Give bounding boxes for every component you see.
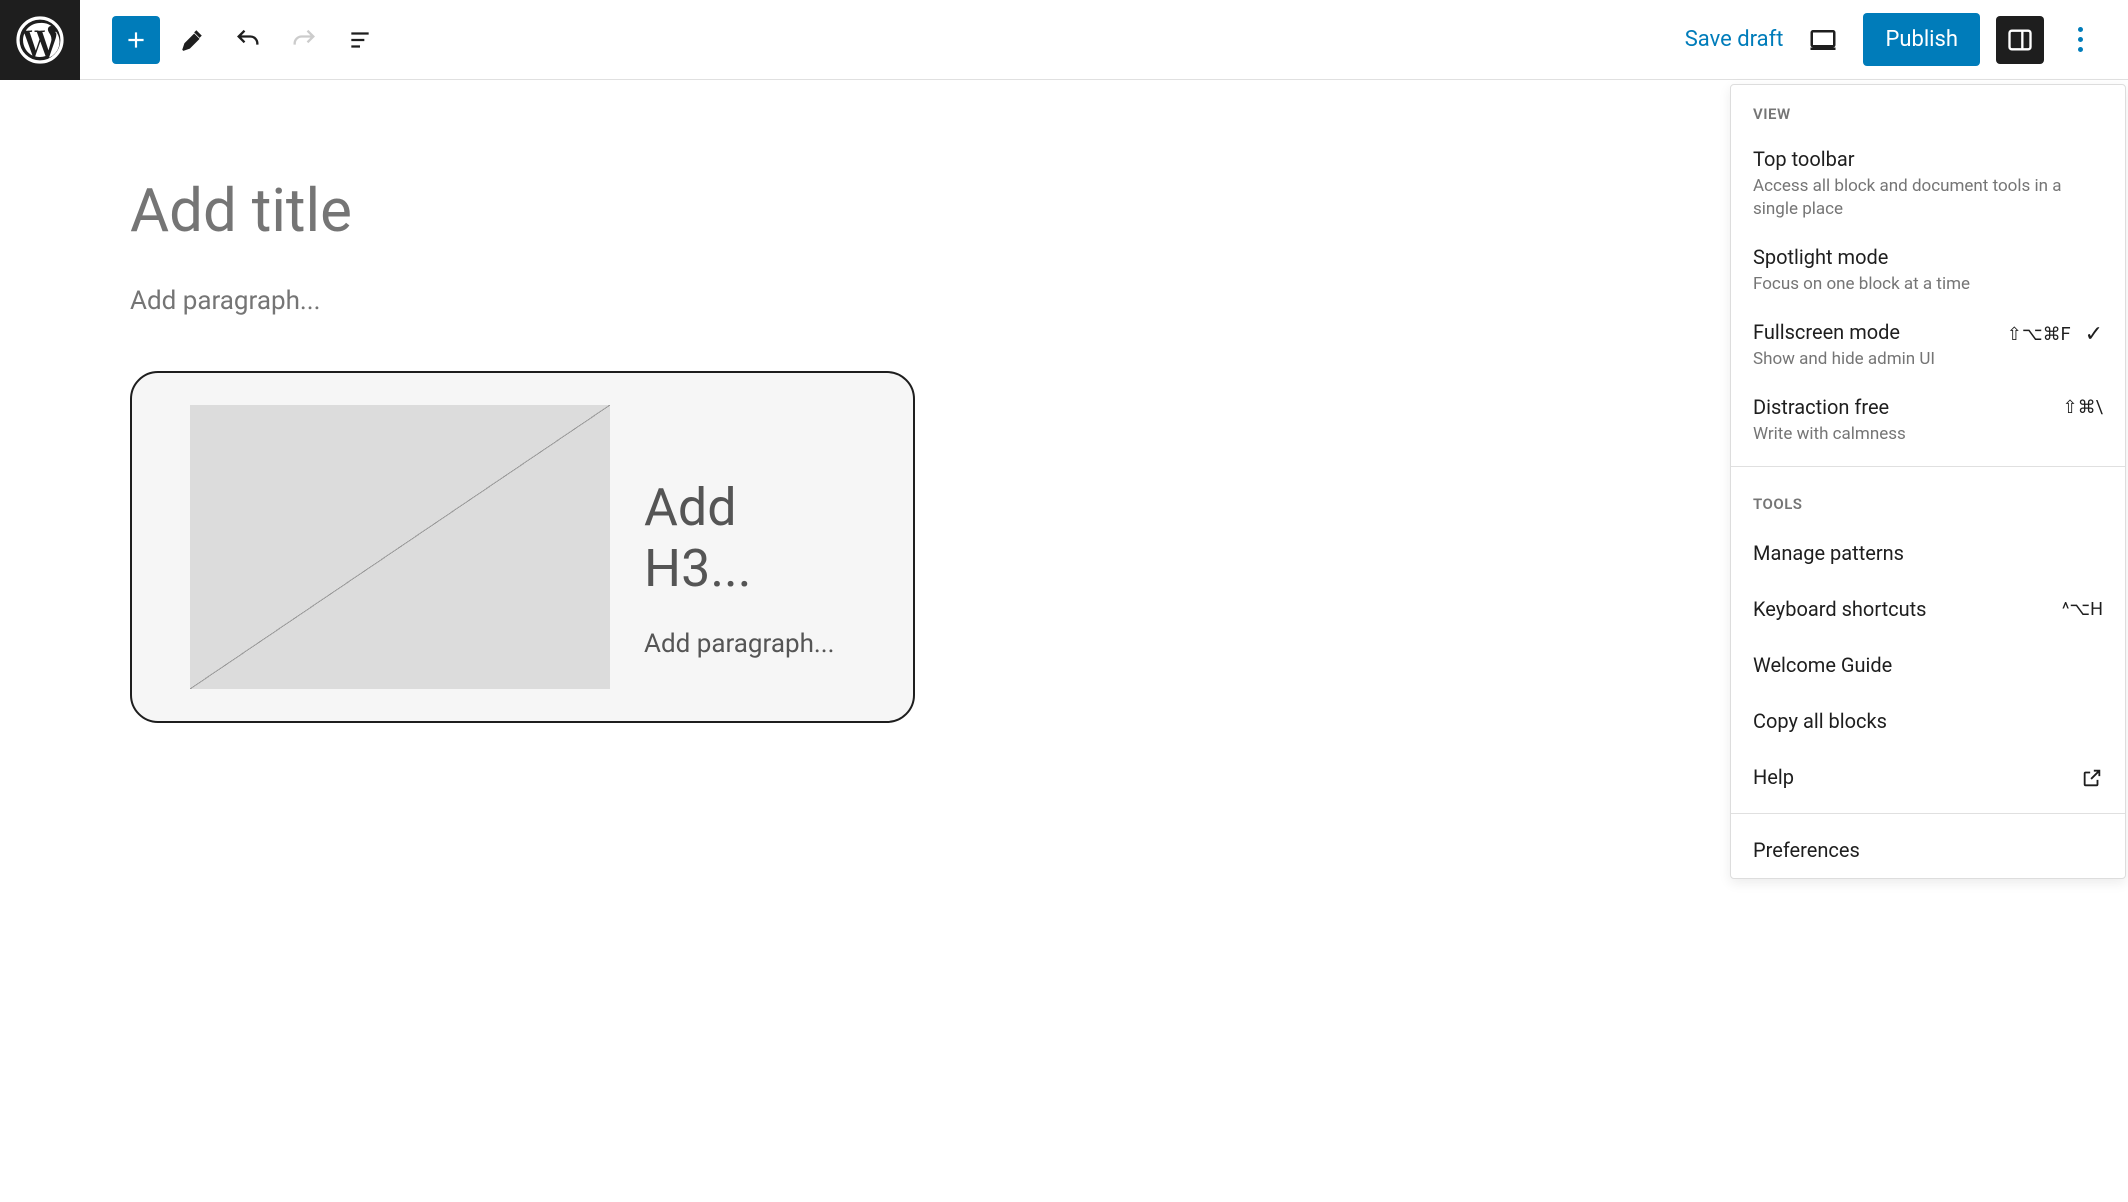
add-block-button[interactable] — [112, 16, 160, 64]
undo-icon — [234, 26, 262, 54]
options-button[interactable] — [2060, 16, 2100, 64]
document-overview-button[interactable] — [336, 16, 384, 64]
menu-item-keyboard-shortcuts[interactable]: Keyboard shortcuts ^⌥H — [1731, 581, 2125, 637]
image-placeholder[interactable] — [190, 405, 610, 689]
menu-item-welcome-guide[interactable]: Welcome Guide — [1731, 637, 2125, 693]
menu-shortcut: ⇧⌘\ — [2063, 397, 2103, 418]
toolbar-left — [80, 16, 384, 64]
block-text-column: Add H3... Add paragraph... — [644, 405, 855, 659]
menu-divider — [1731, 813, 2125, 814]
menu-item-title: Fullscreen mode — [1753, 320, 1995, 344]
menu-item-title: Spotlight mode — [1753, 245, 2103, 269]
menu-divider — [1731, 466, 2125, 467]
menu-shortcut: ^⌥H — [2062, 599, 2103, 620]
post-title-input[interactable]: Add title — [130, 175, 915, 246]
menu-item-fullscreen[interactable]: Fullscreen mode Show and hide admin UI ⇧… — [1731, 308, 2125, 383]
more-vertical-icon — [2078, 27, 2083, 52]
redo-button[interactable] — [280, 16, 328, 64]
preview-button[interactable] — [1799, 16, 1847, 64]
menu-item-title: Copy all blocks — [1753, 709, 1887, 733]
editor-canvas: Add title Add paragraph... Add H3... Add… — [0, 80, 1045, 723]
menu-item-manage-patterns[interactable]: Manage patterns — [1731, 525, 2125, 581]
media-text-block[interactable]: Add H3... Add paragraph... — [130, 371, 915, 723]
menu-shortcut: ⇧⌥⌘F — [2007, 324, 2071, 345]
menu-item-title: Help — [1753, 765, 1794, 789]
publish-button[interactable]: Publish — [1863, 13, 1980, 66]
menu-item-preferences[interactable]: Preferences — [1731, 822, 2125, 878]
check-icon: ✓ — [2085, 322, 2103, 347]
options-dropdown: VIEW Top toolbar Access all block and do… — [1730, 84, 2126, 879]
menu-item-title: Preferences — [1753, 838, 1860, 862]
menu-item-title: Welcome Guide — [1753, 653, 1892, 677]
menu-item-title: Distraction free — [1753, 395, 2051, 419]
menu-item-desc: Write with calmness — [1753, 423, 2051, 446]
paragraph-block[interactable]: Add paragraph... — [130, 286, 915, 316]
editor-top-bar: Save draft Publish — [0, 0, 2128, 80]
menu-item-title: Manage patterns — [1753, 541, 1904, 565]
paragraph-block-inner[interactable]: Add paragraph... — [644, 629, 855, 659]
menu-item-distraction-free[interactable]: Distraction free Write with calmness ⇧⌘\ — [1731, 383, 2125, 458]
menu-item-title: Top toolbar — [1753, 147, 2103, 171]
wordpress-logo[interactable] — [0, 0, 80, 80]
menu-item-spotlight[interactable]: Spotlight mode Focus on one block at a t… — [1731, 233, 2125, 308]
plus-icon — [123, 27, 149, 53]
sidebar-icon — [2006, 26, 2034, 54]
external-link-icon — [2081, 765, 2103, 789]
save-draft-button[interactable]: Save draft — [1685, 27, 1784, 52]
redo-icon — [290, 26, 318, 54]
wordpress-icon — [16, 16, 64, 64]
menu-item-desc: Focus on one block at a time — [1753, 273, 2103, 296]
tools-button[interactable] — [168, 16, 216, 64]
menu-section-view: VIEW — [1731, 85, 2125, 135]
menu-item-help[interactable]: Help — [1731, 749, 2125, 805]
menu-item-title: Keyboard shortcuts — [1753, 597, 1927, 621]
settings-sidebar-button[interactable] — [1996, 16, 2044, 64]
menu-item-desc: Show and hide admin UI — [1753, 348, 1995, 371]
menu-item-top-toolbar[interactable]: Top toolbar Access all block and documen… — [1731, 135, 2125, 233]
menu-section-tools: TOOLS — [1731, 475, 2125, 525]
desktop-icon — [1808, 25, 1838, 55]
undo-button[interactable] — [224, 16, 272, 64]
toolbar-right: Save draft Publish — [1685, 13, 2128, 66]
edit-icon — [179, 27, 205, 53]
heading-block[interactable]: Add H3... — [644, 477, 855, 599]
menu-item-copy-all-blocks[interactable]: Copy all blocks — [1731, 693, 2125, 749]
list-view-icon — [347, 27, 373, 53]
menu-item-desc: Access all block and document tools in a… — [1753, 175, 2103, 221]
